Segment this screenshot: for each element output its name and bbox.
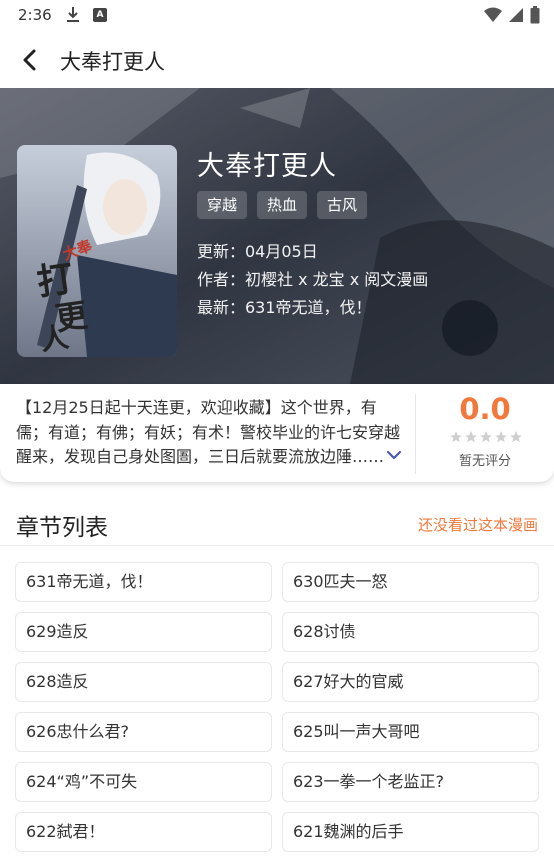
rating-score: 0.0	[459, 392, 511, 426]
author-info: 作者：初樱社 x 龙宝 x 阅文漫画	[197, 270, 429, 289]
chapter-item[interactable]: 631帝无道，伐！	[15, 562, 272, 602]
tag[interactable]: 穿越	[197, 191, 248, 219]
signal-icon	[508, 7, 524, 27]
tag-list: 穿越 热血 古风	[197, 191, 368, 219]
chapter-item[interactable]: 628讨债	[282, 612, 539, 652]
star-icon	[480, 431, 492, 443]
status-time: 2:36	[18, 6, 52, 24]
wifi-icon	[484, 7, 502, 27]
star-icon	[495, 431, 507, 443]
battery-icon	[530, 6, 540, 28]
reading-status-link[interactable]: 还没看过这本漫画	[418, 514, 538, 535]
chevron-down-icon	[386, 450, 402, 460]
page-title: 大奉打更人	[60, 50, 165, 74]
latest-chapter[interactable]: 最新：631帝无道，伐！	[197, 294, 372, 318]
app-notification-icon: A	[93, 8, 107, 22]
chapter-grid: 631帝无道，伐！ 630匹夫一怒 629造反 628讨债 628造反 627好…	[15, 562, 539, 852]
description[interactable]: 【12月25日起十天连更，欢迎收藏】这个世界，有儒；有道；有佛；有妖；有术！警校…	[16, 396, 400, 468]
divider	[0, 545, 554, 546]
tag[interactable]: 热血	[257, 191, 308, 219]
chapter-item[interactable]: 621魏渊的后手	[282, 812, 539, 852]
comic-title: 大奉打更人	[197, 151, 337, 182]
status-bar: 2:36 A	[0, 0, 554, 32]
chapter-item[interactable]: 627好大的官威	[282, 662, 539, 702]
back-button[interactable]	[12, 44, 48, 76]
tag[interactable]: 古风	[317, 191, 368, 219]
chapter-item[interactable]: 628造反	[15, 662, 272, 702]
toolbar: 大奉打更人	[0, 32, 554, 88]
chapter-item[interactable]: 622弑君！	[15, 812, 272, 852]
chapter-item[interactable]: 630匹夫一怒	[282, 562, 539, 602]
chapter-item[interactable]: 625叫一声大哥吧	[282, 712, 539, 752]
star-icon	[450, 431, 462, 443]
rating-stars	[449, 430, 523, 444]
svg-text:人: 人	[38, 320, 70, 357]
chapter-item[interactable]: 623一拳一个老监正?	[282, 762, 539, 802]
summary-card: 【12月25日起十天连更，欢迎收藏】这个世界，有儒；有道；有佛；有妖；有术！警校…	[0, 384, 554, 482]
status-icons	[484, 6, 540, 28]
chapter-item[interactable]: 629造反	[15, 612, 272, 652]
update-date: 更新：04月05日	[197, 242, 318, 261]
chapter-item[interactable]: 626忠什么君?	[15, 712, 272, 752]
comic-cover[interactable]: 大奉 打 更 人	[17, 145, 177, 357]
star-icon	[510, 431, 522, 443]
cover-art-image: 大奉 打 更 人	[17, 145, 177, 357]
download-icon	[66, 6, 80, 28]
svg-text:打: 打	[34, 257, 76, 304]
rating-note: 暂无评分	[458, 454, 511, 469]
chapter-list-title: 章节列表	[16, 515, 108, 541]
back-arrow-icon	[23, 49, 36, 71]
star-icon	[465, 431, 477, 443]
expand-description-button[interactable]	[386, 446, 402, 465]
chapter-item[interactable]: 624“鸡”不可失	[15, 762, 272, 802]
comic-header: 大奉 打 更 人 大奉打更人 穿越 热血 古风 更新：04月05日 作者：初樱社…	[0, 88, 554, 384]
